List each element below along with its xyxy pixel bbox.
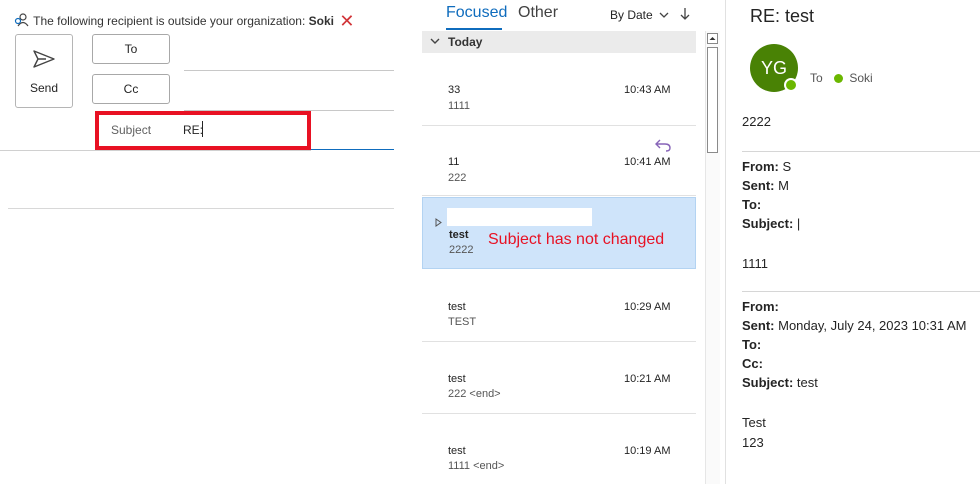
- recipient-line: To Soki: [810, 71, 873, 85]
- quote-subject-value: |: [796, 216, 801, 231]
- replied-icon: [654, 138, 672, 157]
- text-caret: [202, 121, 203, 137]
- item-preview: 1111: [448, 100, 471, 112]
- item-sender: test: [448, 445, 466, 457]
- presence-available-icon: [784, 78, 798, 92]
- subject-label: Subject: [111, 123, 152, 137]
- redacted-sender: [447, 208, 592, 226]
- subject-focus-underline: [311, 149, 394, 150]
- cc-input[interactable]: [184, 80, 394, 108]
- close-warning-icon[interactable]: ✕: [339, 11, 354, 31]
- send-button-label: Send: [29, 81, 59, 95]
- quote-from-label: From:: [742, 299, 779, 314]
- item-sender: test: [448, 373, 466, 385]
- to-label: To: [810, 71, 823, 85]
- item-time: 10:29 AM: [624, 301, 671, 313]
- scroll-up-arrow-icon[interactable]: [707, 33, 718, 44]
- chevron-down-icon: [656, 8, 669, 22]
- quote-body: 1111: [742, 256, 769, 271]
- presence-dot-icon: [834, 74, 844, 83]
- message-body-editor[interactable]: [0, 151, 394, 484]
- quote-to-label: To:: [742, 337, 762, 352]
- quote-sent-value: M: [778, 178, 789, 193]
- people-search-icon: [14, 13, 33, 28]
- quote-divider: [8, 208, 394, 209]
- annotation-label: Subject has not changed: [488, 231, 665, 248]
- list-item[interactable]: 11 222 10:41 AM: [422, 126, 696, 196]
- collapse-chevron-icon: [430, 38, 440, 44]
- item-sender: 33: [448, 84, 461, 96]
- vertical-scrollbar[interactable]: [705, 31, 720, 484]
- list-item[interactable]: test TEST 10:29 AM: [422, 270, 696, 342]
- item-preview: 2222: [449, 244, 474, 256]
- subject-input[interactable]: RE:: [183, 123, 203, 137]
- group-header-today[interactable]: Today: [422, 31, 696, 53]
- reading-subject-title: RE: test: [750, 6, 815, 26]
- list-item[interactable]: 33 1111 10:43 AM: [422, 56, 696, 126]
- tab-focused[interactable]: Focused: [446, 4, 507, 22]
- item-time: 10:19 AM: [624, 445, 671, 457]
- item-preview: 222 <end>: [448, 388, 501, 400]
- item-preview: 1111 <end>: [448, 460, 505, 472]
- item-time: 10:21 AM: [624, 373, 671, 385]
- warning-recipient-name: Soki: [308, 14, 334, 28]
- to-button[interactable]: To: [92, 34, 170, 64]
- quote-subject-label: Subject:: [742, 375, 794, 390]
- item-sender: test: [449, 229, 469, 241]
- quote-cc-label: Cc:: [742, 356, 763, 371]
- quote-from-label: From:: [742, 159, 779, 174]
- tab-focused-underline: [446, 28, 502, 30]
- quote-subject-value: test: [796, 375, 818, 390]
- to-field-underline: [184, 70, 394, 71]
- external-recipient-warning: The following recipient is outside your …: [14, 11, 354, 32]
- send-button[interactable]: Send: [15, 34, 73, 108]
- list-item[interactable]: test 222 <end> 10:21 AM: [422, 342, 696, 414]
- sort-dropdown[interactable]: By Date: [610, 8, 669, 22]
- item-sender: test: [448, 301, 466, 313]
- scroll-thumb[interactable]: [707, 47, 718, 153]
- group-header-label: Today: [448, 35, 483, 49]
- quote-to-label: To:: [742, 197, 762, 212]
- recipient-name[interactable]: Soki: [849, 71, 872, 85]
- tab-other[interactable]: Other: [518, 4, 558, 22]
- item-preview: 222: [448, 172, 467, 184]
- list-item[interactable]: test 1111 <end> 10:19 AM: [422, 414, 696, 484]
- message-list-pane: Focused Other By Date Today 33 1111 10:4…: [422, 0, 722, 484]
- quote-sent-label: Sent:: [742, 178, 775, 193]
- quote-separator: [742, 151, 980, 152]
- body-text: 2222: [742, 114, 771, 129]
- quote-separator: [742, 291, 980, 292]
- quote-sent-label: Sent:: [742, 318, 775, 333]
- quote-body-line: 123: [742, 435, 764, 450]
- warning-text: The following recipient is outside your …: [33, 14, 306, 28]
- quote-sent-value: Monday, July 24, 2023 10:31 AM: [778, 318, 967, 333]
- compose-pane: The following recipient is outside your …: [0, 0, 394, 484]
- sort-label: By Date: [610, 8, 653, 22]
- sort-direction-arrow-icon[interactable]: [680, 7, 690, 26]
- quote-from-value: S: [782, 159, 792, 174]
- to-input[interactable]: [184, 40, 394, 68]
- reading-pane: RE: test YG To Soki 2222 From: S Sent: M…: [725, 0, 980, 484]
- list-item-selected[interactable]: test 2222 Subject has not changed: [422, 197, 696, 269]
- send-icon: [33, 50, 55, 68]
- cc-button[interactable]: Cc: [92, 74, 170, 104]
- item-time: 10:43 AM: [624, 84, 671, 96]
- item-preview: TEST: [448, 316, 477, 328]
- quote-body-line: Test: [742, 415, 766, 430]
- item-time: 10:41 AM: [624, 156, 671, 168]
- quote-subject-label: Subject:: [742, 216, 794, 231]
- expand-triangle-icon: [435, 214, 442, 232]
- item-sender: 11: [448, 156, 460, 168]
